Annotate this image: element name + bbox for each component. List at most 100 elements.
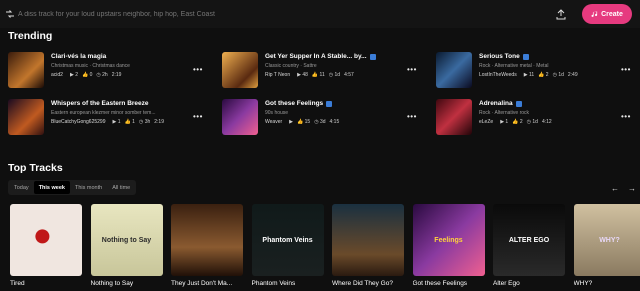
like-count: 👍 1 bbox=[124, 119, 135, 125]
age: ◷ 3d bbox=[314, 119, 326, 125]
track-genre: Eastern european klezmer minor somber te… bbox=[51, 110, 156, 116]
track-tile[interactable]: Feelings Got these Feelings bbox=[412, 204, 485, 287]
trending-item[interactable]: Serious Tone Rock · Alternative metal · … bbox=[436, 52, 636, 88]
track-name[interactable]: Phantom Veins bbox=[252, 280, 324, 287]
track-title[interactable]: Got these Feelings bbox=[265, 100, 323, 107]
tab-this-month[interactable]: This month bbox=[70, 181, 107, 194]
track-tile[interactable]: ALTER EGO Alter Ego bbox=[493, 204, 565, 287]
track-tile[interactable]: Tired bbox=[10, 204, 82, 287]
track-tile[interactable]: Where Did They Go? bbox=[332, 204, 404, 287]
play-count: ▶ 11 bbox=[523, 72, 535, 78]
track-name[interactable]: Tired bbox=[10, 280, 82, 287]
cover-art[interactable] bbox=[436, 52, 472, 88]
track-genre: Rock · Alternative rock bbox=[479, 110, 530, 116]
cover-text: Nothing to Say bbox=[101, 236, 152, 244]
cover-art[interactable]: Nothing to Say bbox=[90, 204, 163, 276]
cover-text: Feelings bbox=[434, 236, 463, 244]
create-label: Create bbox=[601, 10, 623, 18]
play-count: ▶ 1 bbox=[500, 119, 509, 125]
upload-button[interactable] bbox=[552, 6, 570, 22]
track-title[interactable]: Clari-vés la magia bbox=[51, 53, 106, 60]
tab-this-week[interactable]: This week bbox=[33, 181, 70, 194]
more-options-icon[interactable]: ••• bbox=[407, 112, 417, 121]
more-options-icon[interactable]: ••• bbox=[407, 65, 417, 74]
track-name[interactable]: Got these Feelings bbox=[413, 280, 485, 287]
play-count: ▶ 2 bbox=[69, 72, 78, 78]
duration: 2:49 bbox=[567, 72, 578, 78]
prompt-input[interactable] bbox=[18, 5, 538, 23]
track-name[interactable]: Nothing to Say bbox=[91, 280, 163, 287]
create-button[interactable]: Create bbox=[582, 4, 632, 24]
cover-art[interactable]: Phantom Veins bbox=[251, 204, 324, 276]
duration: 2:19 bbox=[154, 119, 164, 125]
track-tile[interactable]: Nothing to Say Nothing to Say bbox=[90, 204, 163, 287]
track-name[interactable]: They Just Don't Ma... bbox=[171, 280, 243, 287]
age: ◷ 1d bbox=[328, 72, 341, 78]
cover-art[interactable] bbox=[222, 52, 258, 88]
track-genre: Christmas music · Christmas dance bbox=[51, 63, 130, 69]
next-arrow-icon[interactable]: → bbox=[628, 184, 636, 193]
track-name[interactable]: Alter Ego bbox=[493, 280, 565, 287]
artist-name[interactable]: BlueCatchyGong625299 bbox=[51, 119, 106, 125]
track-title[interactable]: Get Yer Supper In A Stable... by... bbox=[265, 53, 367, 60]
cover-art[interactable] bbox=[436, 99, 472, 135]
track-genre: Rock · Alternative metal · Metal bbox=[479, 63, 549, 69]
shuffle-icon[interactable] bbox=[5, 9, 15, 19]
trending-item[interactable]: Adrenalina Rock · Alternative rock eLeZe… bbox=[436, 99, 636, 135]
cover-text: Phantom Veins bbox=[262, 236, 313, 244]
track-tile[interactable]: They Just Don't Ma... bbox=[171, 204, 243, 287]
top-tracks-heading: Top Tracks bbox=[8, 162, 63, 174]
trending-heading: Trending bbox=[8, 30, 53, 42]
track-tile[interactable]: Phantom Veins Phantom Veins bbox=[251, 204, 324, 287]
cover-art[interactable] bbox=[10, 204, 82, 276]
artist-name[interactable]: Weaver bbox=[265, 119, 282, 125]
cover-art[interactable] bbox=[8, 99, 44, 135]
cover-art[interactable] bbox=[171, 204, 243, 276]
more-options-icon[interactable]: ••• bbox=[621, 65, 631, 74]
track-name[interactable]: WHY? bbox=[574, 280, 640, 287]
more-options-icon[interactable]: ••• bbox=[621, 112, 631, 121]
trending-item[interactable]: Get Yer Supper In A Stable... by... Clas… bbox=[222, 52, 422, 88]
prompt-bar: Create bbox=[0, 0, 640, 28]
verified-badge-icon bbox=[522, 53, 529, 60]
verified-badge-icon bbox=[369, 53, 376, 60]
like-count: 👍 2 bbox=[538, 72, 549, 78]
cover-art[interactable] bbox=[332, 204, 404, 276]
artist-name[interactable]: LostInTheWeeds bbox=[479, 72, 517, 78]
play-count: ▶ 1 bbox=[112, 119, 121, 125]
age: ◷ 1d bbox=[552, 72, 564, 78]
duration: 2:19 bbox=[111, 72, 122, 78]
like-count: 👍 0 bbox=[81, 72, 93, 78]
artist-name[interactable]: acid2 bbox=[51, 72, 63, 78]
tab-all-time[interactable]: All time bbox=[107, 181, 135, 194]
cover-art[interactable] bbox=[222, 99, 258, 135]
verified-badge-icon bbox=[515, 100, 522, 107]
tab-today[interactable]: Today bbox=[9, 181, 34, 194]
more-options-icon[interactable]: ••• bbox=[193, 65, 203, 74]
cover-art[interactable] bbox=[8, 52, 44, 88]
duration: 4:15 bbox=[329, 119, 340, 125]
artist-name[interactable]: eLeZe bbox=[479, 119, 493, 125]
trending-item[interactable]: Clari-vés la magia Christmas music · Chr… bbox=[8, 52, 208, 88]
artist-name[interactable]: Rip T Neon bbox=[265, 72, 290, 78]
age: ◷ 3h bbox=[138, 119, 151, 125]
track-name[interactable]: Where Did They Go? bbox=[332, 280, 404, 287]
more-options-icon[interactable]: ••• bbox=[193, 112, 203, 121]
age: ◷ 2h bbox=[96, 72, 108, 78]
play-count: ▶ bbox=[289, 119, 293, 125]
track-title[interactable]: Serious Tone bbox=[479, 53, 520, 60]
verified-badge-icon bbox=[326, 100, 333, 107]
music-note-icon bbox=[591, 10, 598, 17]
track-title[interactable]: Adrenalina bbox=[479, 100, 513, 107]
track-tile[interactable]: WHY? WHY? bbox=[573, 204, 640, 287]
cover-art[interactable]: ALTER EGO bbox=[493, 204, 565, 276]
cover-art[interactable]: Feelings bbox=[412, 204, 485, 276]
track-genre: Classic country · Sattre bbox=[265, 63, 317, 69]
play-count: ▶ 48 bbox=[297, 72, 308, 78]
trending-item[interactable]: Whispers of the Eastern Breeze Eastern e… bbox=[8, 99, 208, 135]
track-genre: 90s house bbox=[265, 110, 289, 116]
cover-art[interactable]: WHY? bbox=[573, 204, 640, 276]
track-title[interactable]: Whispers of the Eastern Breeze bbox=[51, 100, 149, 107]
trending-item[interactable]: Got these Feelings 90s house Weaver ▶ 👍 … bbox=[222, 99, 422, 135]
prev-arrow-icon[interactable]: ← bbox=[611, 184, 619, 193]
